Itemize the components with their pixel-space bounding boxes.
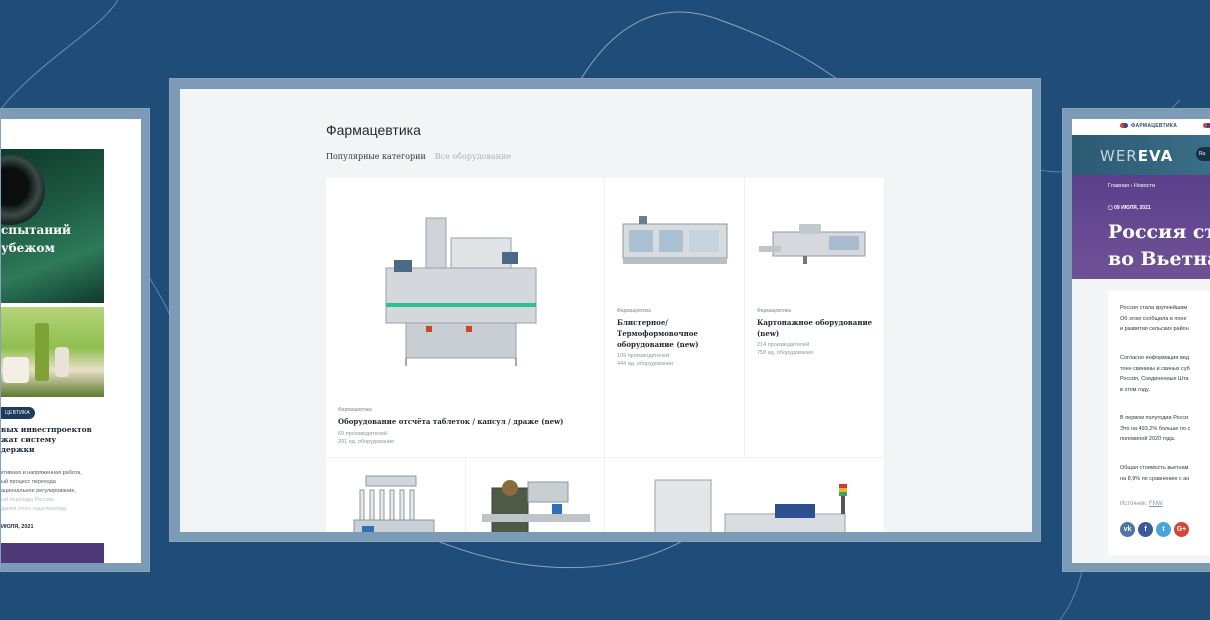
card-title[interactable]: Оборудование отсчёта таблеток / капсул /… [338, 416, 563, 427]
social-share: vk f t G+ [1120, 522, 1189, 537]
hero-image: спытаний убежом [1, 149, 104, 303]
cartoning-machine-image [759, 224, 866, 264]
site-header: WEREVA Ru [1072, 135, 1210, 175]
category-tabs: Популярные категории Все оборудование [326, 152, 511, 161]
category-card[interactable] [326, 458, 466, 532]
twitter-icon[interactable]: t [1156, 522, 1171, 537]
category-card[interactable]: Фармацевтика Блистерное/ Термоформовочно… [605, 178, 745, 458]
footer-bar [1, 543, 104, 563]
topbar-category-link[interactable]: ФАРМАЦЕВТИКА [1131, 123, 1177, 129]
card-category: Фармацевтика [617, 308, 651, 314]
article-paragraph: Согласно информации вед тонн свинины и с… [1120, 355, 1190, 393]
article-title: Россия ста во Вьетнам [1108, 221, 1210, 270]
news-date: ИЮЛЯ, 2021 [1, 524, 34, 530]
category-card[interactable]: Фармацевтика Оборудование отсчёта таблет… [326, 178, 605, 458]
blister-machine-image [622, 216, 728, 264]
card-title[interactable]: Картонажное оборудование (new) [757, 317, 872, 339]
news-excerpt: ктивная и напряженная работа, ый процесс… [1, 470, 82, 512]
page-title: Фармацевтика [326, 122, 421, 138]
filling-machine-image [353, 475, 435, 532]
article-paragraph: В первом полугодии Росси Это на 493,2% б… [1120, 415, 1191, 442]
card-category: Фармацевтика [338, 407, 372, 413]
google-plus-icon[interactable]: G+ [1174, 522, 1189, 537]
hero-title-line: спытаний [1, 223, 71, 237]
main-preview-frame: Фармацевтика Популярные категории Все об… [169, 78, 1041, 542]
article-paragraph: Общая стоимость вьетнам на 8,9% по сравн… [1120, 465, 1190, 482]
category-card[interactable] [605, 458, 885, 532]
main-preview-page: Фармацевтика Популярные категории Все об… [180, 89, 1032, 532]
category-card[interactable]: Фармацевтика Картонажное оборудование (n… [745, 178, 885, 458]
card-stats: 109 производителей 444 ед. оборудования [617, 353, 674, 367]
capsule-icon [1120, 123, 1128, 128]
article-date: ▢ 09 ИЮЛЯ, 2021 [1108, 205, 1151, 211]
tab-all-equipment[interactable]: Все оборудование [435, 152, 511, 161]
category-card[interactable] [466, 458, 605, 532]
card-category: Фармацевтика [757, 308, 791, 314]
card-stats: 214 производителей 758 ед. оборудования [757, 342, 814, 356]
right-preview-frame: ФАРМАЦЕВТИКА WEREVA Ru Главная › Новости… [1062, 108, 1210, 572]
wereva-logo[interactable]: WEREVA [1100, 147, 1173, 165]
tablet-counter-machine-image [385, 217, 537, 366]
left-preview-page: спытаний убежом ЦЕВТИКА вых инвестпроект… [1, 119, 141, 563]
tab-popular-categories[interactable]: Популярные категории [326, 152, 426, 161]
cosmetics-image [1, 307, 104, 397]
article-paragraph: Россия стала крупнейшим Об этом сообщила… [1120, 305, 1189, 332]
breadcrumb[interactable]: Главная › Новости [1108, 183, 1155, 189]
card-title[interactable]: Блистерное/ Термоформовочное оборудовани… [617, 317, 699, 350]
packaging-line-image [654, 479, 847, 532]
news-title[interactable]: вых инвестпроектов жат систему держки [1, 425, 101, 455]
source-link[interactable]: FNW [1149, 501, 1163, 507]
right-preview-page: ФАРМАЦЕВТИКА WEREVA Ru Главная › Новости… [1072, 119, 1210, 563]
category-topbar: ФАРМАЦЕВТИКА [1072, 119, 1210, 135]
left-preview-frame: спытаний убежом ЦЕВТИКА вых инвестпроект… [0, 108, 150, 572]
hero-title-line: убежом [1, 241, 55, 255]
labeling-machine-image [482, 480, 590, 532]
vk-icon[interactable]: vk [1120, 522, 1135, 537]
category-badge[interactable]: ЦЕВТИКА [1, 407, 35, 419]
card-stats: 69 производителей 201 ед. оборудования [338, 431, 395, 445]
facebook-icon[interactable]: f [1138, 522, 1153, 537]
article-body: Россия стала крупнейшим Об этом сообщила… [1108, 291, 1210, 555]
article-source: Источник: FNW [1120, 501, 1163, 507]
camera-lens-image [1, 155, 45, 225]
language-switch[interactable]: Ru [1196, 147, 1210, 161]
category-grid: Фармацевтика Оборудование отсчёта таблет… [326, 178, 885, 532]
capsule-icon [1203, 123, 1210, 128]
